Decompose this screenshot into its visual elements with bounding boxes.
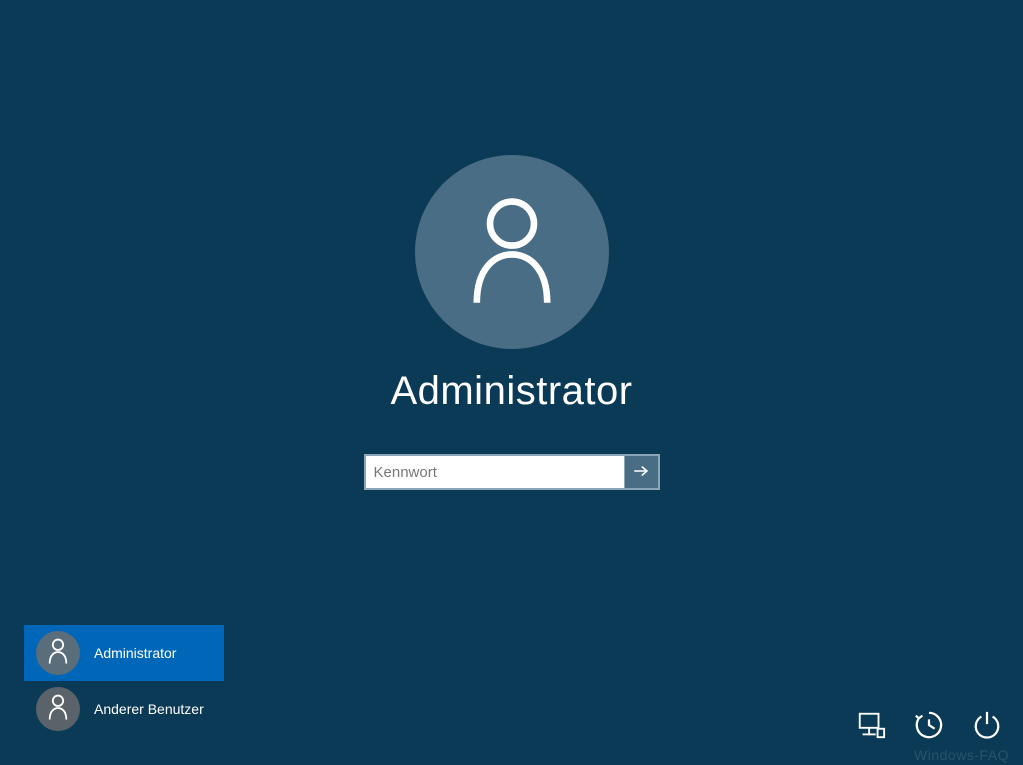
person-icon <box>47 638 69 669</box>
selected-username: Administrator <box>390 369 632 414</box>
user-avatar-small <box>36 631 80 675</box>
password-input[interactable] <box>366 456 624 488</box>
power-icon <box>972 710 1002 745</box>
watermark: Windows-FAQ <box>914 747 1009 763</box>
user-list: Administrator Anderer Benutzer <box>24 625 224 737</box>
network-icon <box>856 710 886 745</box>
submit-button[interactable] <box>624 456 658 488</box>
user-avatar-small <box>36 687 80 731</box>
user-item-label: Administrator <box>94 645 176 661</box>
network-button[interactable] <box>853 709 889 745</box>
ease-of-access-button[interactable] <box>911 709 947 745</box>
system-buttons <box>853 709 1005 745</box>
user-item-other-user[interactable]: Anderer Benutzer <box>24 681 224 737</box>
user-item-label: Anderer Benutzer <box>94 701 204 717</box>
password-row <box>364 454 660 490</box>
person-icon <box>47 694 69 725</box>
power-button[interactable] <box>969 709 1005 745</box>
user-avatar-large <box>415 155 609 349</box>
user-item-administrator[interactable]: Administrator <box>24 625 224 681</box>
arrow-right-icon <box>632 462 650 483</box>
login-center: Administrator <box>364 155 660 490</box>
ease-of-access-icon <box>914 710 944 745</box>
person-icon <box>467 195 557 310</box>
